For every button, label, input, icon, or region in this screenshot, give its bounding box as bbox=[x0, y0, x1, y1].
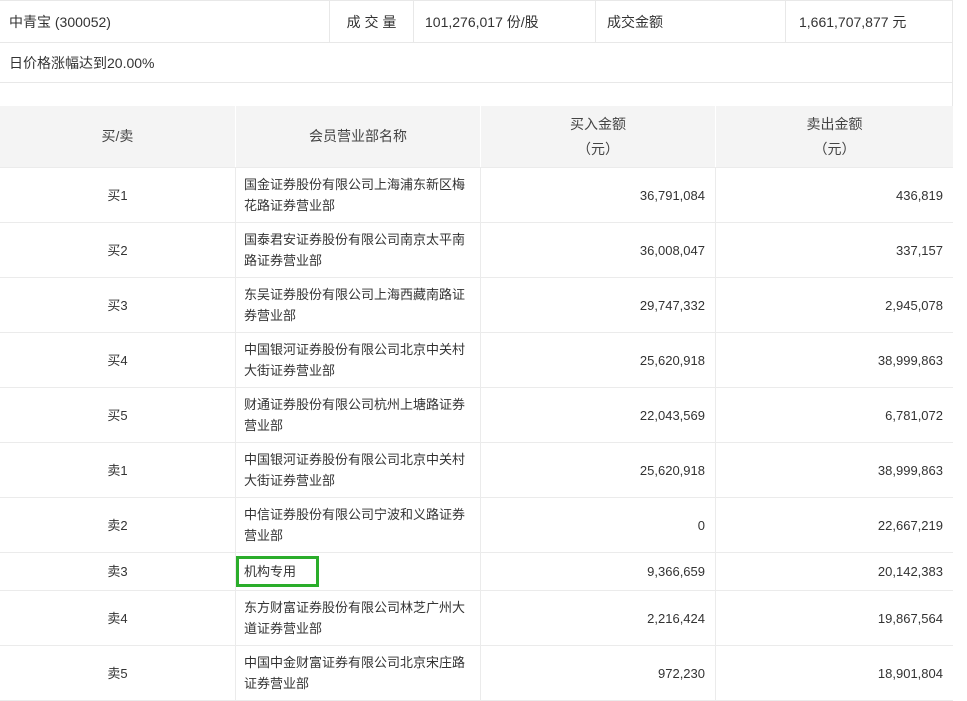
side-cell: 买2 bbox=[0, 223, 235, 277]
sell-amount-cell: 6,781,072 bbox=[715, 388, 953, 442]
broker-name: 中国银河证券股份有限公司北京中关村大街证券营业部 bbox=[244, 339, 472, 381]
sell-amount-cell: 337,157 bbox=[715, 223, 953, 277]
sell-amount-cell: 38,999,863 bbox=[715, 443, 953, 497]
table-row: 买5 财通证券股份有限公司杭州上塘路证券营业部 22,043,569 6,781… bbox=[0, 388, 953, 443]
table-row: 卖3 机构专用 9,366,659 20,142,383 bbox=[0, 553, 953, 591]
side-cell: 卖5 bbox=[0, 646, 235, 700]
broker-cell: 机构专用 bbox=[235, 553, 480, 590]
broker-cell: 中国银河证券股份有限公司北京中关村大街证券营业部 bbox=[235, 443, 480, 497]
broker-cell: 中国银河证券股份有限公司北京中关村大街证券营业部 bbox=[235, 333, 480, 387]
broker-name: 财通证券股份有限公司杭州上塘路证券营业部 bbox=[244, 394, 472, 436]
side-cell: 卖3 bbox=[0, 553, 235, 590]
stock-title: 中青宝 (300052) bbox=[0, 1, 330, 42]
broker-cell: 中国中金财富证券有限公司北京宋庄路证券营业部 bbox=[235, 646, 480, 700]
buy-amount-cell: 25,620,918 bbox=[480, 443, 715, 497]
broker-name: 中国银河证券股份有限公司北京中关村大街证券营业部 bbox=[244, 449, 472, 491]
broker-cell: 东方财富证券股份有限公司林芝广州大道证券营业部 bbox=[235, 591, 480, 645]
side-cell: 买3 bbox=[0, 278, 235, 332]
buy-amount-cell: 2,216,424 bbox=[480, 591, 715, 645]
header-broker-label: 会员营业部名称 bbox=[309, 124, 407, 149]
broker-cell: 东吴证券股份有限公司上海西藏南路证券营业部 bbox=[235, 278, 480, 332]
buy-amount-cell: 9,366,659 bbox=[480, 553, 715, 590]
table-row: 卖1 中国银河证券股份有限公司北京中关村大街证券营业部 25,620,918 3… bbox=[0, 443, 953, 498]
broker-name: 东吴证券股份有限公司上海西藏南路证券营业部 bbox=[244, 284, 472, 326]
header-sell-line2: （元） bbox=[814, 137, 856, 162]
broker-name: 中国中金财富证券有限公司北京宋庄路证券营业部 bbox=[244, 652, 472, 694]
price-limit-notice: 日价格涨幅达到20.00% bbox=[0, 43, 952, 83]
sell-amount-cell: 22,667,219 bbox=[715, 498, 953, 552]
side-cell: 买1 bbox=[0, 168, 235, 222]
volume-label: 成 交 量 bbox=[330, 1, 414, 42]
broker-cell: 中信证券股份有限公司宁波和义路证券营业部 bbox=[235, 498, 480, 552]
broker-name: 国泰君安证券股份有限公司南京太平南路证券营业部 bbox=[244, 229, 472, 271]
broker-name: 中信证券股份有限公司宁波和义路证券营业部 bbox=[244, 504, 472, 546]
sell-amount-cell: 20,142,383 bbox=[715, 553, 953, 590]
header-side-label: 买/卖 bbox=[102, 124, 134, 149]
volume-value: 101,276,017 份/股 bbox=[414, 1, 596, 42]
side-cell: 卖1 bbox=[0, 443, 235, 497]
buy-amount-cell: 25,620,918 bbox=[480, 333, 715, 387]
header-buy-line1: 买入金额 bbox=[570, 112, 626, 137]
turnover-value: 1,661,707,877 元 bbox=[786, 1, 952, 42]
table-row: 卖2 中信证券股份有限公司宁波和义路证券营业部 0 22,667,219 bbox=[0, 498, 953, 553]
header-broker: 会员营业部名称 bbox=[235, 106, 480, 167]
table-row: 买2 国泰君安证券股份有限公司南京太平南路证券营业部 36,008,047 33… bbox=[0, 223, 953, 278]
table-row: 卖4 东方财富证券股份有限公司林芝广州大道证券营业部 2,216,424 19,… bbox=[0, 591, 953, 646]
table-row: 买4 中国银河证券股份有限公司北京中关村大街证券营业部 25,620,918 3… bbox=[0, 333, 953, 388]
side-cell: 卖4 bbox=[0, 591, 235, 645]
buy-amount-cell: 36,008,047 bbox=[480, 223, 715, 277]
buy-amount-cell: 0 bbox=[480, 498, 715, 552]
buy-amount-cell: 972,230 bbox=[480, 646, 715, 700]
side-cell: 卖2 bbox=[0, 498, 235, 552]
buy-amount-cell: 29,747,332 bbox=[480, 278, 715, 332]
header-buy-amount: 买入金额 （元） bbox=[480, 106, 715, 167]
broker-name: 机构专用 bbox=[236, 556, 319, 587]
broker-cell: 国泰君安证券股份有限公司南京太平南路证券营业部 bbox=[235, 223, 480, 277]
sell-amount-cell: 38,999,863 bbox=[715, 333, 953, 387]
buy-amount-cell: 36,791,084 bbox=[480, 168, 715, 222]
broker-cell: 财通证券股份有限公司杭州上塘路证券营业部 bbox=[235, 388, 480, 442]
broker-table: 买/卖 会员营业部名称 买入金额 （元） 卖出金额 （元） 买1 国金证券股份有… bbox=[0, 106, 953, 701]
side-cell: 买5 bbox=[0, 388, 235, 442]
header-sell-amount: 卖出金额 （元） bbox=[715, 106, 953, 167]
header-buy-line2: （元） bbox=[577, 137, 619, 162]
table-body: 买1 国金证券股份有限公司上海浦东新区梅花路证券营业部 36,791,084 4… bbox=[0, 168, 953, 701]
header-side: 买/卖 bbox=[0, 106, 235, 167]
spacer bbox=[0, 83, 952, 106]
broker-name: 东方财富证券股份有限公司林芝广州大道证券营业部 bbox=[244, 597, 472, 639]
sell-amount-cell: 18,901,804 bbox=[715, 646, 953, 700]
buy-amount-cell: 22,043,569 bbox=[480, 388, 715, 442]
table-row: 买3 东吴证券股份有限公司上海西藏南路证券营业部 29,747,332 2,94… bbox=[0, 278, 953, 333]
sell-amount-cell: 436,819 bbox=[715, 168, 953, 222]
page: 中青宝 (300052) 成 交 量 101,276,017 份/股 成交金额 … bbox=[0, 0, 953, 701]
sell-amount-cell: 2,945,078 bbox=[715, 278, 953, 332]
broker-cell: 国金证券股份有限公司上海浦东新区梅花路证券营业部 bbox=[235, 168, 480, 222]
side-cell: 买4 bbox=[0, 333, 235, 387]
turnover-label: 成交金额 bbox=[596, 1, 786, 42]
table-header-row: 买/卖 会员营业部名称 买入金额 （元） 卖出金额 （元） bbox=[0, 106, 953, 168]
summary-bar: 中青宝 (300052) 成 交 量 101,276,017 份/股 成交金额 … bbox=[0, 0, 952, 43]
table-row: 卖5 中国中金财富证券有限公司北京宋庄路证券营业部 972,230 18,901… bbox=[0, 646, 953, 701]
sell-amount-cell: 19,867,564 bbox=[715, 591, 953, 645]
header-sell-line1: 卖出金额 bbox=[807, 112, 863, 137]
table-row: 买1 国金证券股份有限公司上海浦东新区梅花路证券营业部 36,791,084 4… bbox=[0, 168, 953, 223]
broker-name: 国金证券股份有限公司上海浦东新区梅花路证券营业部 bbox=[244, 174, 472, 216]
